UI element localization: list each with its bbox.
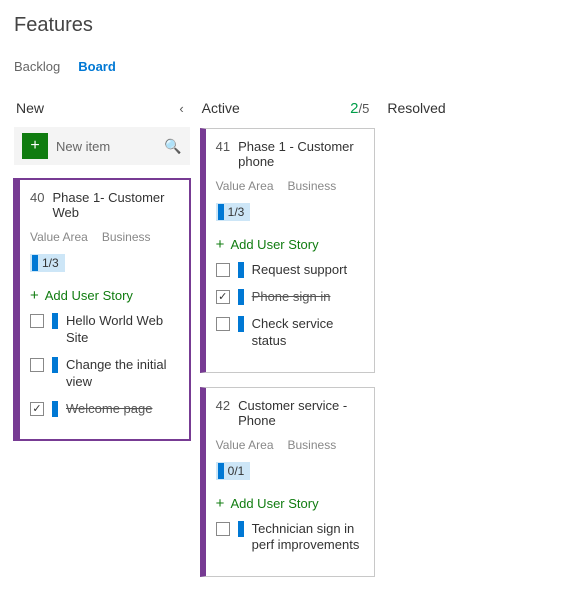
- progress-text: 1/3: [42, 256, 59, 270]
- value-area-label: Value Area: [30, 230, 88, 244]
- card-title: Phase 1 - Customer phone: [238, 139, 364, 169]
- story-item[interactable]: ✓ Phone sign in: [216, 289, 365, 306]
- story-color-bar: [52, 357, 58, 373]
- story-label: Request support: [252, 262, 347, 279]
- card-id: 42: [216, 398, 230, 428]
- add-user-story-label: Add User Story: [230, 496, 318, 511]
- view-tabs: Backlog Board: [14, 59, 561, 74]
- feature-card-42[interactable]: 42 Customer service - Phone Value Area B…: [200, 387, 376, 578]
- column-resolved-title: Resolved: [387, 100, 445, 116]
- column-active-title: Active: [202, 100, 240, 116]
- story-color-bar: [52, 313, 58, 329]
- story-label: Change the initial view: [66, 357, 179, 391]
- checkbox-icon[interactable]: [216, 317, 230, 331]
- story-label: Phone sign in: [252, 289, 331, 306]
- page-title: Features: [14, 14, 561, 37]
- column-resolved: Resolved: [385, 96, 561, 591]
- story-color-bar: [238, 262, 244, 278]
- story-item[interactable]: ✓ Welcome page: [30, 401, 179, 418]
- story-item[interactable]: Request support: [216, 262, 365, 279]
- progress-bar-icon: [32, 255, 38, 271]
- column-active-count: 2/5: [350, 100, 369, 117]
- add-user-story-button[interactable]: + Add User Story: [216, 496, 365, 511]
- value-area-value: Business: [288, 179, 337, 193]
- checkbox-icon[interactable]: [30, 358, 44, 372]
- progress-bar-icon: [218, 204, 224, 220]
- plus-icon: +: [30, 288, 39, 303]
- story-label: Welcome page: [66, 401, 152, 418]
- story-color-bar: [238, 316, 244, 332]
- tab-board[interactable]: Board: [78, 59, 116, 74]
- checkbox-icon[interactable]: [30, 314, 44, 328]
- tab-backlog[interactable]: Backlog: [14, 59, 60, 74]
- new-item-input[interactable]: New item: [56, 139, 156, 154]
- card-title: Customer service - Phone: [238, 398, 364, 428]
- progress-text: 0/1: [228, 464, 245, 478]
- column-active: Active 2/5 41 Phase 1 - Customer phone V…: [200, 96, 376, 591]
- progress-chip[interactable]: 0/1: [216, 462, 251, 480]
- checkbox-checked-icon[interactable]: ✓: [30, 402, 44, 416]
- progress-bar-icon: [218, 463, 224, 479]
- story-label: Hello World Web Site: [66, 313, 179, 347]
- chevron-left-icon[interactable]: ‹: [179, 101, 183, 116]
- value-area-value: Business: [288, 438, 337, 452]
- checkbox-checked-icon[interactable]: ✓: [216, 290, 230, 304]
- add-user-story-label: Add User Story: [230, 237, 318, 252]
- new-item-row: + New item 🔍: [14, 127, 190, 165]
- card-id: 41: [216, 139, 230, 169]
- search-icon[interactable]: 🔍: [164, 138, 181, 155]
- value-area-value: Business: [102, 230, 151, 244]
- story-label: Technician sign in perf improvements: [252, 521, 365, 555]
- progress-chip[interactable]: 1/3: [30, 254, 65, 272]
- plus-icon: +: [30, 138, 39, 154]
- plus-icon: +: [216, 496, 225, 511]
- story-color-bar: [238, 521, 244, 537]
- add-user-story-button[interactable]: + Add User Story: [30, 288, 179, 303]
- story-color-bar: [52, 401, 58, 417]
- add-item-button[interactable]: +: [22, 133, 48, 159]
- story-item[interactable]: Hello World Web Site: [30, 313, 179, 347]
- story-color-bar: [238, 289, 244, 305]
- card-id: 40: [30, 190, 44, 220]
- card-title: Phase 1- Customer Web: [52, 190, 178, 220]
- story-item[interactable]: Check service status: [216, 316, 365, 350]
- progress-chip[interactable]: 1/3: [216, 203, 251, 221]
- column-new-title: New: [16, 100, 44, 116]
- feature-card-40[interactable]: 40 Phase 1- Customer Web Value Area Busi…: [14, 179, 190, 440]
- column-new: New ‹ + New item 🔍 40 Phase 1- Customer …: [14, 96, 190, 591]
- value-area-label: Value Area: [216, 179, 274, 193]
- checkbox-icon[interactable]: [216, 522, 230, 536]
- add-user-story-label: Add User Story: [45, 288, 133, 303]
- add-user-story-button[interactable]: + Add User Story: [216, 237, 365, 252]
- progress-text: 1/3: [228, 205, 245, 219]
- value-area-label: Value Area: [216, 438, 274, 452]
- plus-icon: +: [216, 237, 225, 252]
- story-item[interactable]: Technician sign in perf improvements: [216, 521, 365, 555]
- story-item[interactable]: Change the initial view: [30, 357, 179, 391]
- checkbox-icon[interactable]: [216, 263, 230, 277]
- feature-card-41[interactable]: 41 Phase 1 - Customer phone Value Area B…: [200, 128, 376, 373]
- story-label: Check service status: [252, 316, 365, 350]
